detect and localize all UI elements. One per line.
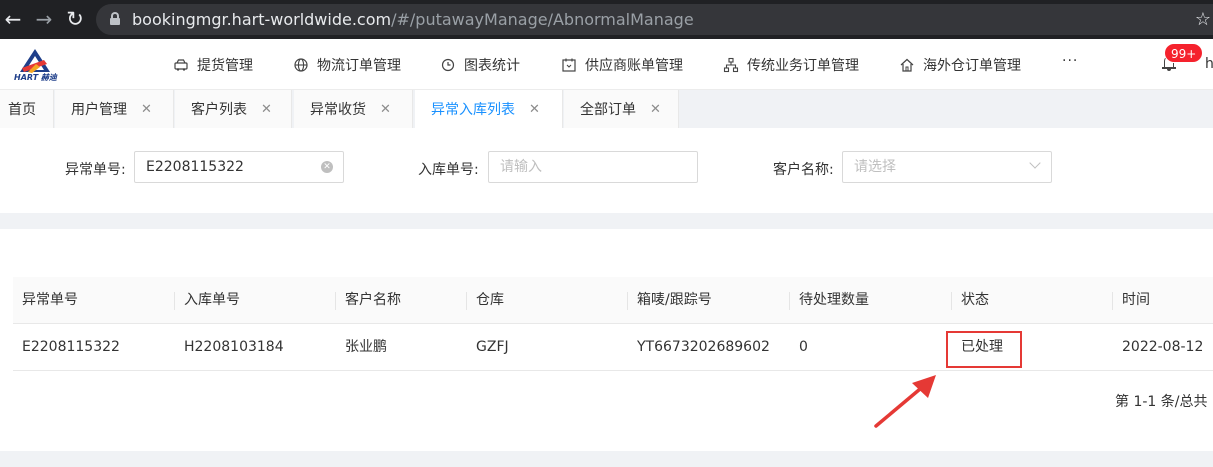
column-header: 状态 [961,292,989,308]
nav-item-label: 图表统计 [464,58,520,74]
url-host: bookingmgr.hart-worldwide.com [132,10,392,29]
pagination-total: 第 1-1 条/总共 1 [1115,394,1213,410]
tab-label: 用户管理 [71,102,127,118]
globe-icon [293,57,309,73]
abnormal-no-label: 异常单号: [65,162,126,178]
tab-label: 全部订单 [580,102,636,118]
annotation-arrow-icon [874,375,936,428]
tab-all-orders[interactable]: 全部订单 ✕ [564,90,679,128]
notification-badge: 99+ [1164,43,1204,63]
tab-user-management[interactable]: 用户管理 ✕ [55,90,174,128]
close-icon[interactable]: ✕ [650,102,661,117]
table-row[interactable]: E2208115322 H2208103184 张业鹏 GZFJ YT66732… [13,324,1213,371]
car-icon [173,57,189,73]
nav-item-traditional-orders[interactable]: 传统业务订单管理 [723,55,859,75]
reload-icon[interactable]: ↻ [64,8,86,30]
home-icon [899,57,915,73]
logo[interactable]: HART 赫迪 [14,48,57,82]
table-panel: 异常单号 入库单号 客户名称 仓库 箱唛/跟踪号 待处理数量 状态 时间 E22… [0,229,1213,451]
nav-item-charts[interactable]: 图表统计 [440,55,520,75]
tab-abnormal-receiving[interactable]: 异常收货 ✕ [294,90,413,128]
tab-label: 异常入库列表 [431,102,515,118]
nav-item-label: 提货管理 [197,58,253,74]
annotation-highlight-box [946,331,1022,368]
table-cell: GZFJ [476,339,509,355]
customer-name-label: 客户名称: [773,162,834,178]
tab-abnormal-inbound-list[interactable]: 异常入库列表 ✕ [415,90,563,128]
tab-home[interactable]: 首页 [0,90,54,128]
close-icon[interactable]: ✕ [380,102,391,117]
user-name[interactable]: h [1205,56,1213,72]
nav-item-supplier-bills[interactable]: 供应商账单管理 [561,55,683,75]
address-bar[interactable]: bookingmgr.hart-worldwide.com/#/putawayM… [96,4,1213,35]
nav-item-logistics-orders[interactable]: 物流订单管理 [293,55,401,75]
chevron-down-icon [1029,157,1041,169]
nav-item-overseas-orders[interactable]: 海外仓订单管理 [899,55,1021,75]
column-header: 异常单号 [22,292,78,308]
nav-item-label: 海外仓订单管理 [923,58,1021,74]
table-cell: E2208115322 [22,339,120,355]
nav-item-label: 供应商账单管理 [585,58,683,74]
column-header: 仓库 [476,292,504,308]
table-cell: 0 [799,339,808,355]
top-nav: HART 赫迪 提货管理 物流订单管理 图表统计 供应商账单管理 传统业务订单管… [0,39,1213,90]
forward-arrow-icon[interactable]: → [33,8,55,30]
column-header: 客户名称 [345,292,401,308]
browser-bar: ← → ↻ bookingmgr.hart-worldwide.com/#/pu… [0,0,1213,39]
tab-label: 异常收货 [310,102,366,118]
table-header: 异常单号 入库单号 客户名称 仓库 箱唛/跟踪号 待处理数量 状态 时间 [13,277,1213,324]
inbound-no-placeholder: 请输入 [500,159,542,175]
clock-icon [440,57,456,73]
close-icon[interactable]: ✕ [261,102,272,117]
column-header: 时间 [1122,292,1150,308]
tab-label: 首页 [8,102,36,118]
table-cell: 2022-08-12 [1122,339,1204,355]
close-icon[interactable]: ✕ [141,102,152,117]
url-text[interactable]: bookingmgr.hart-worldwide.com/#/putawayM… [132,10,694,29]
table-cell: H2208103184 [184,339,284,355]
nav-item-label: 传统业务订单管理 [747,58,859,74]
back-arrow-icon[interactable]: ← [2,8,24,30]
customer-name-placeholder: 请选择 [854,159,896,175]
table-cell: YT6673202689602 [637,339,770,355]
customer-name-select[interactable]: 请选择 [842,151,1052,183]
filter-panel: 异常单号: E2208115322 ✕ 入库单号: 请输入 客户名称: 请选择 [0,128,1213,213]
logo-text: HART 赫迪 [14,73,57,82]
inbound-no-label: 入库单号: [418,162,479,178]
tabs-bar: 首页 用户管理 ✕ 客户列表 ✕ 异常收货 ✕ 异常入库列表 ✕ 全部订单 ✕ [0,90,1213,128]
tab-customer-list[interactable]: 客户列表 ✕ [175,90,292,128]
clear-icon[interactable]: ✕ [321,161,333,173]
nav-item-pickup[interactable]: 提货管理 [173,55,253,75]
abnormal-no-value: E2208115322 [146,159,244,175]
logo-mark-icon [20,49,50,73]
bookmark-star-icon[interactable]: ☆ [1195,9,1211,30]
tab-label: 客户列表 [191,102,247,118]
column-header: 待处理数量 [799,292,869,308]
inbound-no-input[interactable]: 请输入 [488,151,698,183]
more-icon[interactable]: ··· [1062,53,1078,69]
abnormal-no-input[interactable]: E2208115322 ✕ [134,151,344,183]
lock-icon [110,12,120,25]
url-path: /#/putawayManage/AbnormalManage [391,10,694,29]
calendar-icon [561,57,577,73]
table-cell: 张业鹏 [345,339,387,355]
close-icon[interactable]: ✕ [529,102,540,117]
column-header: 箱唛/跟踪号 [637,292,712,308]
nav-item-label: 物流订单管理 [317,58,401,74]
sitemap-icon [723,57,739,73]
column-header: 入库单号 [184,292,240,308]
